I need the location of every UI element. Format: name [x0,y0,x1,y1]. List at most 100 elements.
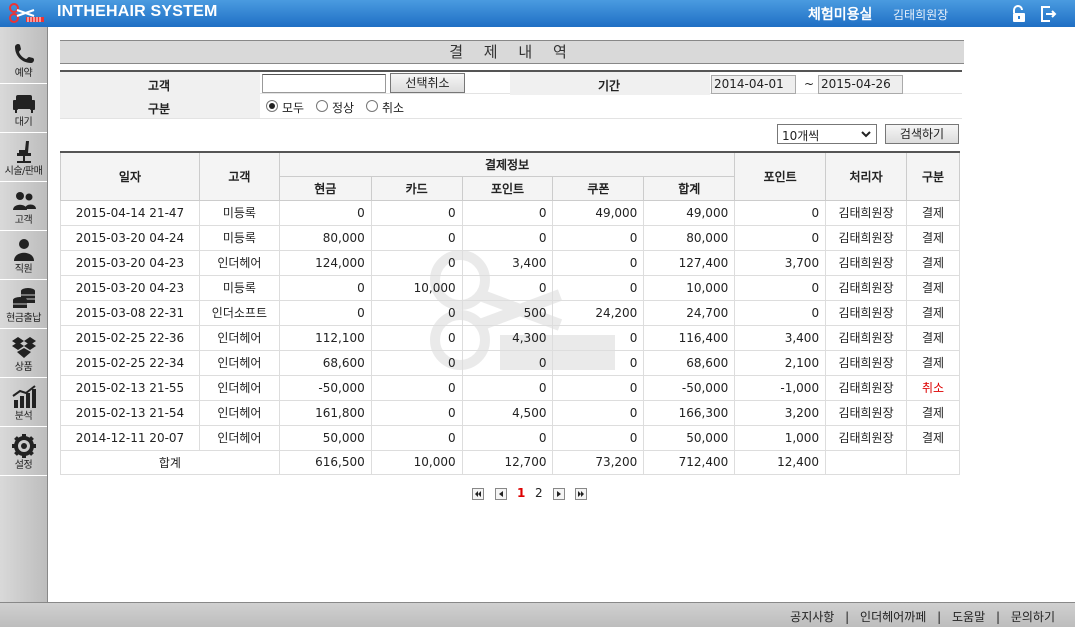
cell-date: 2015-02-25 22-36 [60,324,200,351]
header-point: 포인트 [461,175,554,201]
sidebar-item-customers[interactable]: 고객 [0,182,47,231]
cell-customer: 인더헤어 [198,324,280,351]
sidebar-label: 시술/판매 [4,166,43,177]
cell-sum: 116,400 [643,324,736,351]
cell-sum: 166,300 [643,399,736,426]
cell-customer: 인더헤어 [198,399,280,426]
cell-date: 2015-03-08 22-31 [60,299,200,326]
footer-link-help[interactable]: 도움말 [952,610,985,624]
sidebar-item-waiting[interactable]: 대기 [0,84,47,133]
sidebar-label: 분석 [14,411,33,422]
unlock-icon[interactable] [1010,5,1028,23]
cell-type: 결제 [906,424,960,451]
payment-history-table: 일자 고객 결제정보 포인트 처리자 구분 현금 카드 포인트 쿠폰 합계 20… [60,151,960,475]
type-radio-cancel[interactable] [366,100,378,112]
prev-page-button[interactable] [495,488,507,500]
cell-cash: -50,000 [278,374,372,401]
sidebar-item-reservation[interactable]: 예약 [0,35,47,84]
double-chevron-left-icon [475,491,481,497]
sidebar-label: 상품 [14,362,33,373]
cell-customer: 인더헤어 [198,374,280,401]
cell-type: 결제 [906,349,960,376]
table-row[interactable]: 2015-03-20 04-24 미등록 80,000 0 0 0 80,000 0 김태희원장… [60,224,960,251]
cell-type: 결제 [906,249,960,276]
cell-handler: 김태희원장 [825,299,908,326]
last-page-button[interactable] [575,488,587,500]
table-row[interactable]: 2015-03-08 22-31 인더소프트 0 0 500 24,200 24,700 0 김… [60,299,960,326]
date-from-input[interactable]: 2014-04-01 [711,75,796,94]
cell-card: 0 [370,224,463,251]
cell-customer: 인더헤어 [198,349,280,376]
cell-date: 2015-03-20 04-23 [60,274,200,301]
footer-links: 공지사항 | 인더헤어까페 | 도움말 | 문의하기 [790,608,1055,625]
cell-cash: 124,000 [278,249,372,276]
next-page-button[interactable] [553,488,565,500]
sidebar-item-products[interactable]: 상품 [0,329,47,378]
footer-separator: | [937,610,942,624]
table-row[interactable]: 2015-02-25 22-36 인더헤어 112,100 0 4,300 0 116,40… [60,324,960,351]
header-date: 일자 [60,151,200,201]
page-number[interactable]: 2 [535,486,543,500]
cell-point: 0 [461,199,554,226]
footer-link-cafe[interactable]: 인더헤어까페 [860,610,926,624]
empty-cell [906,449,960,475]
table-row[interactable]: 2015-02-13 21-54 인더헤어 161,800 0 4,500 0 166,30… [60,399,960,426]
type-radio-label: 모두 [282,101,305,115]
page-number-current[interactable]: 1 [517,486,525,500]
cell-point: 0 [461,274,554,301]
cell-coupon: 0 [552,249,645,276]
logout-icon[interactable] [1039,5,1057,23]
cell-type: 결제 [906,299,960,326]
chevron-right-icon [557,491,561,497]
cell-coupon: 0 [552,399,645,426]
table-row[interactable]: 2015-03-20 04-23 인더헤어 124,000 0 3,400 0 127,40… [60,249,960,276]
footer-link-contact[interactable]: 문의하기 [1011,610,1055,624]
first-page-button[interactable] [472,488,484,500]
search-button[interactable]: 검색하기 [885,124,959,144]
header-card: 카드 [370,175,463,201]
footer-separator: | [845,610,850,624]
filter-row-type: 구분 모두 정상 취소 [60,95,962,119]
filter-row-customer-period: 고객 선택취소 기간 2014-04-01 ~ 2015-04-26 [60,70,962,95]
cell-point: 500 [461,299,554,326]
cell-point-earned: 2,100 [734,349,827,376]
type-radio-normal[interactable] [316,100,328,112]
cell-coupon: 0 [552,374,645,401]
sidebar-item-settings[interactable]: 설정 [0,427,47,476]
sidebar-item-service-sale[interactable]: 시술/판매 [0,133,47,182]
cell-point: 4,500 [461,399,554,426]
cell-handler: 김태희원장 [825,274,908,301]
deselect-button[interactable]: 선택취소 [390,73,465,93]
salon-name: 체험미용실 [808,7,873,23]
page-size-select[interactable]: 10개씩 [777,124,877,144]
type-label: 구분 [148,102,171,116]
cell-handler: 김태희원장 [825,349,908,376]
table-row[interactable]: 2014-12-11 20-07 인더헤어 50,000 0 0 0 50,000 1,000… [60,424,960,451]
table-row[interactable]: 2015-02-13 21-55 인더헤어 -50,000 0 0 0 -50,000 -1,… [60,374,960,401]
sidebar-item-cash[interactable]: 현금출납 [0,280,47,329]
cell-point: 0 [461,349,554,376]
cell-date: 2015-02-13 21-55 [60,374,200,401]
cell-point: 0 [461,374,554,401]
top-bar: INTHEHAIR SYSTEM 체험미용실 김태희원장 [0,0,1075,27]
cell-customer: 미등록 [198,274,280,301]
footer-link-notice[interactable]: 공지사항 [790,610,834,624]
cell-card: 0 [370,299,463,326]
table-row[interactable]: 2015-04-14 21-47 미등록 0 0 0 49,000 49,000 0 김태희원장… [60,199,960,226]
cell-coupon: 49,000 [552,199,645,226]
cell-date: 2015-03-20 04-23 [60,249,200,276]
cell-card: 0 [370,349,463,376]
date-to-input[interactable]: 2015-04-26 [818,75,903,94]
sidebar-item-staff[interactable]: 직원 [0,231,47,280]
header-type: 구분 [906,151,960,201]
customer-input[interactable] [262,74,386,93]
sidebar-item-analysis[interactable]: 분석 [0,378,47,427]
scissors-logo-icon [9,3,44,23]
table-row[interactable]: 2015-02-25 22-34 인더헤어 68,600 0 0 0 68,600 2,100… [60,349,960,376]
cell-card: 0 [370,399,463,426]
total-card: 10,000 [370,449,463,475]
cell-sum: -50,000 [643,374,736,401]
table-row[interactable]: 2015-03-20 04-23 미등록 0 10,000 0 0 10,000 0 김태희원장… [60,274,960,301]
header-customer: 고객 [198,151,280,201]
type-radio-all[interactable] [266,100,278,112]
